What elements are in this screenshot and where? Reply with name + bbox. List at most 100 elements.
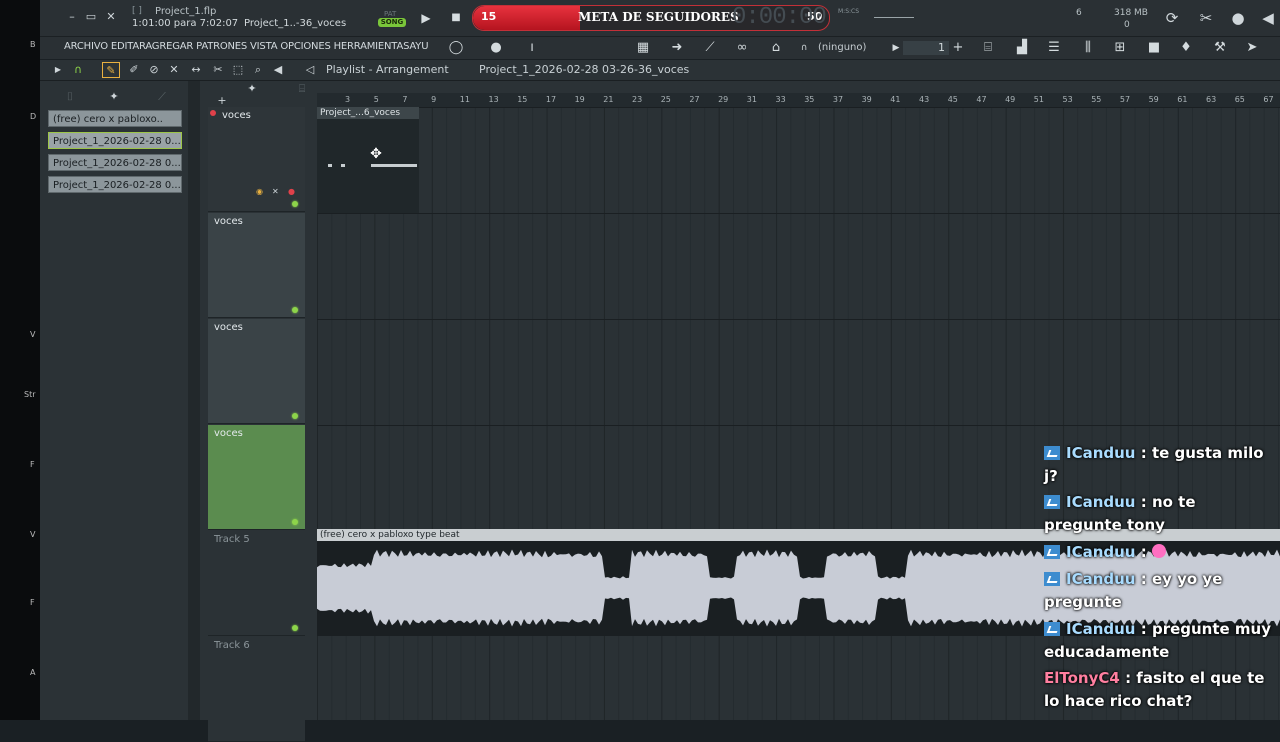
cpu-memory-panel: 6 318 MB 0 [1000,6,1150,32]
track-record-icon[interactable]: ● [288,187,295,196]
ruler-bar-number: 3 [345,95,351,104]
track-name: Track 5 [214,534,250,545]
menu-bar: ARCHIVO EDITARAGREGAR PATRONES VISTA OPC… [40,37,1280,59]
arrangement-nav-icon[interactable]: ◁ [302,62,318,78]
ruler-bar-number: 65 [1234,95,1245,104]
track-enable-led[interactable] [292,201,298,207]
pattern-number-field[interactable]: 1 [903,41,949,55]
browser-icon[interactable]: ⊞ [1110,39,1130,57]
track-header[interactable]: Track 5 [208,531,305,636]
select-tool-icon[interactable]: ⬚ [230,62,246,78]
swing-knob-icon[interactable]: ◯ [446,39,466,57]
playlist-icon[interactable]: ☰ [1044,39,1064,57]
slip-tool-icon[interactable]: ↔ [188,62,204,78]
channel-rack-icon[interactable]: ▟ [1012,39,1032,57]
tools-icon[interactable]: ⚒ [1210,39,1230,57]
slice-tool-icon[interactable]: ✂ [210,62,226,78]
arrow-right-icon[interactable]: ➜ [667,39,687,57]
track-enable-led[interactable] [292,519,298,525]
pat-song-toggle[interactable]: PAT SONG [378,10,410,28]
restore-button[interactable]: ▭ [83,10,99,24]
mixer-icon[interactable]: ⌸ [978,39,998,57]
ruler-bar-number: 41 [890,95,901,104]
desktop-label: F [30,598,35,607]
send-icon[interactable]: ➤ [1242,39,1262,57]
ruler-bar-number: 17 [545,95,557,104]
mute-tool-icon[interactable]: ✕ [166,62,182,78]
playlist-header: ▶ ∩ ✎ ✐ ⊘ ✕ ↔ ✂ ⬚ ⌕ ◀ ◁ Playlist - Arran… [40,60,1280,81]
master-volume-slider[interactable] [874,17,914,18]
timeline-scroll[interactable] [317,81,1280,93]
picker-item[interactable]: Project_1_2026-02-28 0... [48,132,182,149]
title-bracket: [ ] [132,6,142,16]
ruler-bar-number: 9 [431,95,437,104]
sliders-icon[interactable]: ⫼ [1078,39,1098,57]
stop-button[interactable]: ■ [447,10,465,26]
link-icon[interactable]: ∞ [732,39,752,57]
ruler-bar-number: 57 [1119,95,1131,104]
picker-item[interactable]: Project_1_2026-02-28 0... [48,154,182,171]
pitch-knob-icon[interactable]: ● [486,39,506,57]
ruler-bar-number: 53 [1062,95,1073,104]
track-header[interactable]: Track 6 [208,637,305,742]
paint-tool-icon[interactable]: ✐ [126,62,142,78]
folder-icon[interactable]: ■ [1144,39,1164,57]
ruler-bar-number: 5 [373,95,379,104]
track-enable-led[interactable] [292,307,298,313]
track-header[interactable]: voces [208,425,305,530]
headphones-icon[interactable]: ∩ [794,39,814,57]
picker-waveform-icon[interactable]: ✦ [106,89,122,105]
picker-header: ⌷ ✦ ⟋ [40,81,200,105]
track-name: voces [214,428,243,439]
picker-scrollbar[interactable] [188,81,200,720]
chat-user: ElTonyC4 [1044,669,1120,687]
track-header[interactable]: voces [208,213,305,318]
draw-tool-icon[interactable]: ✎ [102,62,120,78]
main-menu[interactable]: ARCHIVO EDITARAGREGAR PATRONES VISTA OPC… [64,41,429,52]
track-name: voces [214,216,243,227]
chat-message: ICanduu : no te pregunte tony [1044,491,1278,537]
timeline-ruler[interactable]: 3 5 7 9 11 13 15 17 19 21 23 25 27 29 31 33 35 37 39 41 43 45… [317,93,1280,108]
picker-automation-icon[interactable]: ⟋ [154,89,170,105]
metronome-icon[interactable]: ı [522,39,542,57]
refresh-icon[interactable]: ⟳ [1162,8,1182,28]
picker-mode-icon[interactable]: ⌷ [62,89,78,105]
track-header[interactable]: voces ◉ ✕ ● [208,107,305,212]
desktop-label: D [30,112,37,121]
desktop-label: V [30,530,36,539]
playlist-menu-arrow-icon[interactable]: ▶ [50,62,66,78]
track-header[interactable]: voces [208,319,305,424]
track-enable-led[interactable] [292,625,298,631]
cpu-value: 6 [1076,8,1082,18]
picker-item[interactable]: (free) cero x pabloxo.. [48,110,182,127]
pattern-selector-label[interactable]: (ninguno) [818,42,866,53]
track-volume-icon[interactable]: ◉ [256,187,263,196]
microphone-icon[interactable]: ● [1228,8,1248,28]
brush-icon[interactable]: ⟋ [700,39,720,57]
ruler-bar-number: 55 [1091,95,1102,104]
minimize-button[interactable]: – [64,10,80,24]
play-button[interactable]: ▶ [417,10,435,26]
playback-tool-icon[interactable]: ◀ [270,62,286,78]
pattern-add-button[interactable]: + [948,39,968,57]
pattern-clip-title: Project_...6_voces [317,107,419,119]
song-label: SONG [378,18,406,27]
track-mute-icon[interactable]: ✕ [272,187,279,196]
plugin-icon[interactable]: ♦ [1176,39,1196,57]
track-expand-icon[interactable]: ✦ [244,81,260,97]
magnet-icon[interactable]: ∩ [70,62,86,78]
track-enable-led[interactable] [292,413,298,419]
speaker-icon[interactable]: ◀ [1258,8,1278,28]
close-button[interactable]: ✕ [103,10,119,24]
picker-item[interactable]: Project_1_2026-02-28 0... [48,176,182,193]
scissors-icon[interactable]: ✂ [1196,8,1216,28]
track-header-column: ✦ + ⌸ voces ◉ ✕ ● voces voces voces Trac… [200,81,317,742]
delete-tool-icon[interactable]: ⊘ [146,62,162,78]
piano-roll-icon[interactable]: ▦ [633,39,653,57]
hat-icon[interactable]: ⌂ [766,39,786,57]
desktop-strip: B D V Str F V F A [0,0,40,720]
zoom-tool-icon[interactable]: ⌕ [250,62,266,78]
track-options-icon[interactable]: ⌸ [294,81,310,97]
ruler-bar-number: 33 [775,95,786,104]
record-arm-icon[interactable] [210,110,216,116]
